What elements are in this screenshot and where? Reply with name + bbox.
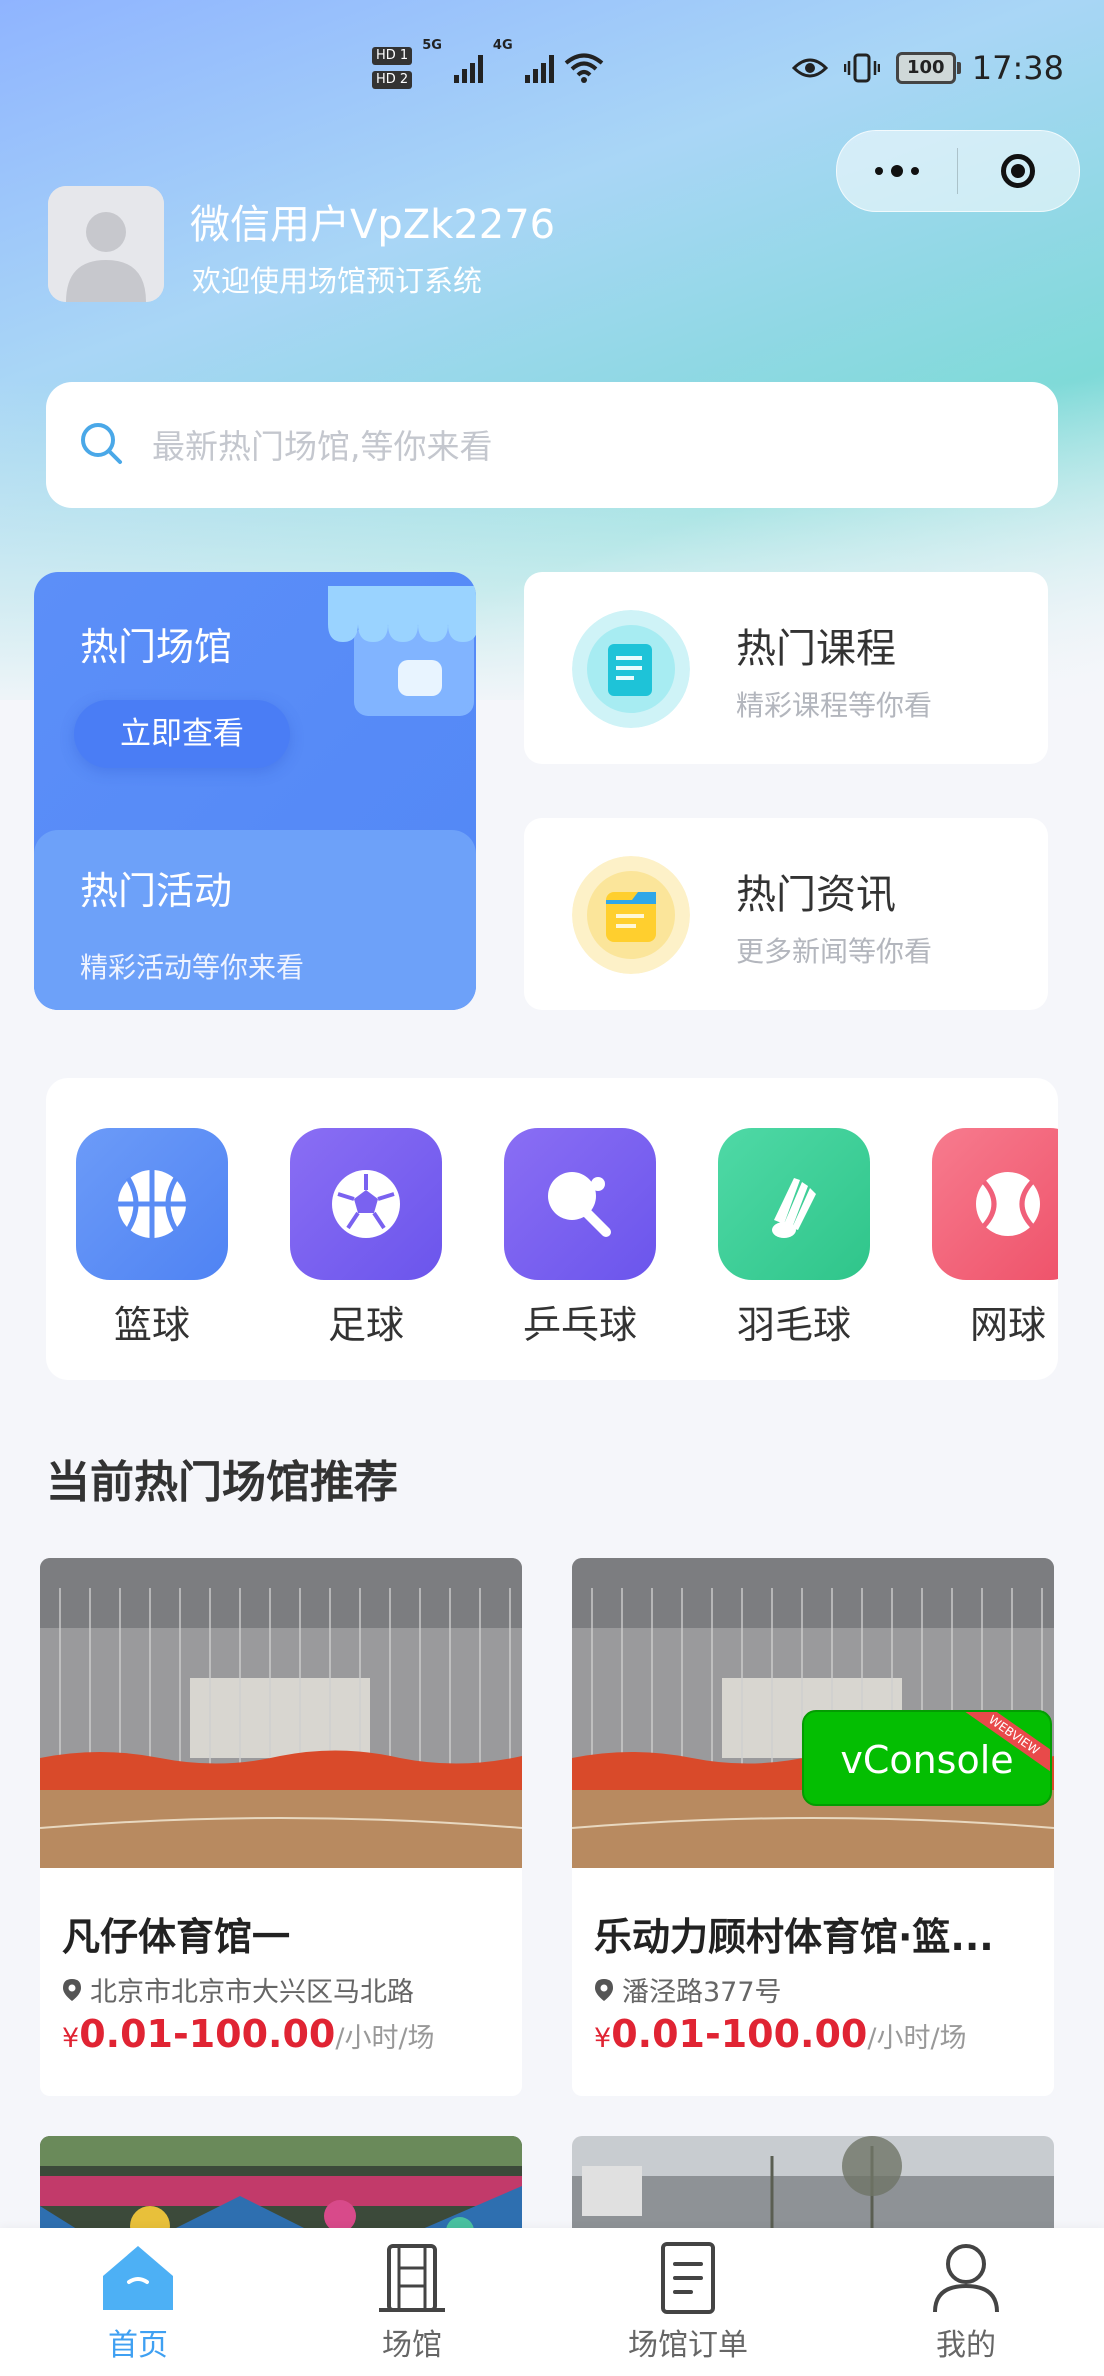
- section-title: 当前热门场馆推荐: [46, 1457, 398, 1508]
- network-5g-label: 5G: [422, 38, 442, 53]
- shop-icon: [328, 586, 476, 716]
- hot-activity-card[interactable]: 热门活动 精彩活动等你来看: [34, 830, 476, 1010]
- sport-soccer[interactable]: 足球: [290, 1128, 442, 1349]
- hot-news-card[interactable]: 热门资讯 更多新闻等你看: [524, 818, 1048, 1010]
- venue-address-text: 北京市北京市大兴区马北路: [90, 1977, 414, 2008]
- hot-activity-title: 热门活动: [80, 869, 233, 913]
- tab-home[interactable]: 首页: [38, 2242, 238, 2364]
- hd1-badge: HD 1: [372, 47, 413, 65]
- price-unit: /小时/场: [335, 2023, 435, 2054]
- signal-bars-icon: [453, 53, 483, 83]
- status-bar: HD 1 HD 2 5G 4G 100 17:38: [0, 38, 1104, 98]
- sport-ping-pong[interactable]: 乒乓球: [504, 1128, 656, 1349]
- building-icon: [379, 2244, 445, 2312]
- badminton-icon: [718, 1128, 870, 1280]
- vconsole-label: vConsole: [840, 1738, 1014, 1782]
- news-folder-icon: [572, 856, 690, 974]
- vconsole-button[interactable]: vConsole WEBVIEW: [802, 1710, 1052, 1806]
- signal-bars-icon-2: [524, 53, 554, 83]
- venue-address: 北京市北京市大兴区马北路: [62, 1970, 414, 2009]
- order-icon: [661, 2242, 715, 2314]
- more-menu-button[interactable]: [837, 131, 957, 211]
- hot-news-title: 热门资讯: [736, 872, 896, 918]
- target-icon: [1001, 154, 1035, 188]
- search-bar[interactable]: [46, 382, 1058, 508]
- tab-bar: 首页 场馆 场馆订单 我的: [0, 2228, 1104, 2376]
- sport-label: 网球: [969, 1303, 1046, 1347]
- sport-label: 羽毛球: [736, 1303, 851, 1347]
- venue-price: ¥0.01-100.00/小时/场: [594, 2012, 967, 2056]
- hot-course-card[interactable]: 热门课程 精彩课程等你看: [524, 572, 1048, 764]
- venue-photo: [40, 1558, 522, 1868]
- venue-name: 乐动力顾村体育馆·篮...: [594, 1915, 994, 1959]
- user-name: 微信用户VpZk2276: [190, 202, 556, 248]
- sport-basketball[interactable]: 篮球: [76, 1128, 228, 1349]
- eye-icon: [791, 58, 828, 78]
- hd2-badge: HD 2: [372, 71, 413, 89]
- miniprogram-capsule: [836, 130, 1080, 212]
- price-unit: /小时/场: [867, 2023, 967, 2054]
- tab-label: 首页: [108, 2328, 168, 2363]
- venue-price: ¥0.01-100.00/小时/场: [62, 2012, 435, 2056]
- sport-label: 足球: [327, 1303, 404, 1347]
- home-icon: [103, 2246, 173, 2310]
- vibrate-icon: [843, 53, 880, 83]
- tab-orders[interactable]: 场馆订单: [588, 2242, 788, 2364]
- ping-pong-icon: [504, 1128, 656, 1280]
- hot-venue-card[interactable]: 热门场馆 立即查看 热门活动 精彩活动等你来看: [34, 572, 476, 1010]
- sport-label: 乒乓球: [522, 1303, 637, 1347]
- hot-activity-subtitle: 精彩活动等你来看: [80, 951, 305, 984]
- tab-venues[interactable]: 场馆: [312, 2242, 512, 2364]
- venue-name: 凡仔体育馆一: [62, 1915, 291, 1959]
- location-pin-icon: [595, 1978, 613, 2001]
- hot-venue-title: 热门场馆: [80, 625, 233, 669]
- course-doc-icon: [572, 610, 690, 728]
- view-now-button[interactable]: 立即查看: [74, 700, 290, 768]
- price-value: 0.01-100.00: [611, 2012, 868, 2056]
- hot-course-subtitle: 精彩课程等你看: [736, 689, 933, 722]
- status-right: 100 17:38: [791, 38, 1064, 98]
- hot-course-title: 热门课程: [736, 626, 896, 672]
- default-avatar-icon: [48, 186, 164, 302]
- tennis-icon: [932, 1128, 1058, 1280]
- price-currency: ¥: [594, 2023, 612, 2054]
- avatar[interactable]: [48, 186, 164, 302]
- signal-group: HD 1 HD 2 5G 4G: [372, 38, 604, 98]
- tab-label: 场馆: [382, 2328, 442, 2363]
- hd-indicator: HD 1 HD 2: [372, 47, 413, 89]
- sport-label: 篮球: [113, 1303, 190, 1347]
- location-pin-icon: [63, 1978, 81, 2001]
- battery-icon: 100: [895, 52, 961, 84]
- soccer-icon: [290, 1128, 442, 1280]
- price-currency: ¥: [62, 2023, 80, 2054]
- close-miniprogram-button[interactable]: [958, 131, 1078, 211]
- status-time: 17:38: [971, 49, 1064, 87]
- tab-label: 我的: [936, 2328, 996, 2363]
- price-value: 0.01-100.00: [79, 2012, 336, 2056]
- venue-address: 潘泾路377号: [594, 1970, 782, 2009]
- tab-label: 场馆订单: [628, 2328, 748, 2363]
- network-4g-label: 4G: [492, 38, 513, 53]
- search-icon: [81, 423, 122, 464]
- venue-address-text: 潘泾路377号: [622, 1977, 782, 2008]
- basketball-icon: [76, 1128, 228, 1280]
- tab-mine[interactable]: 我的: [866, 2242, 1066, 2364]
- sport-badminton[interactable]: 羽毛球: [718, 1128, 870, 1349]
- venue-card[interactable]: 凡仔体育馆一 北京市北京市大兴区马北路 ¥0.01-100.00/小时/场: [40, 1558, 522, 2096]
- sport-tennis[interactable]: 网球: [932, 1128, 1058, 1349]
- welcome-text: 欢迎使用场馆预订系统: [192, 264, 483, 298]
- sport-category-list: 篮球 足球 乒乓球 羽毛球 网球: [46, 1078, 1058, 1380]
- user-icon: [933, 2244, 999, 2313]
- venue-card[interactable]: 乐动力顾村体育馆·篮... 潘泾路377号 ¥0.01-100.00/小时/场: [572, 1558, 1054, 2096]
- hot-news-subtitle: 更多新闻等你看: [736, 935, 933, 968]
- search-input[interactable]: [150, 406, 1034, 486]
- wifi-icon: [564, 53, 603, 83]
